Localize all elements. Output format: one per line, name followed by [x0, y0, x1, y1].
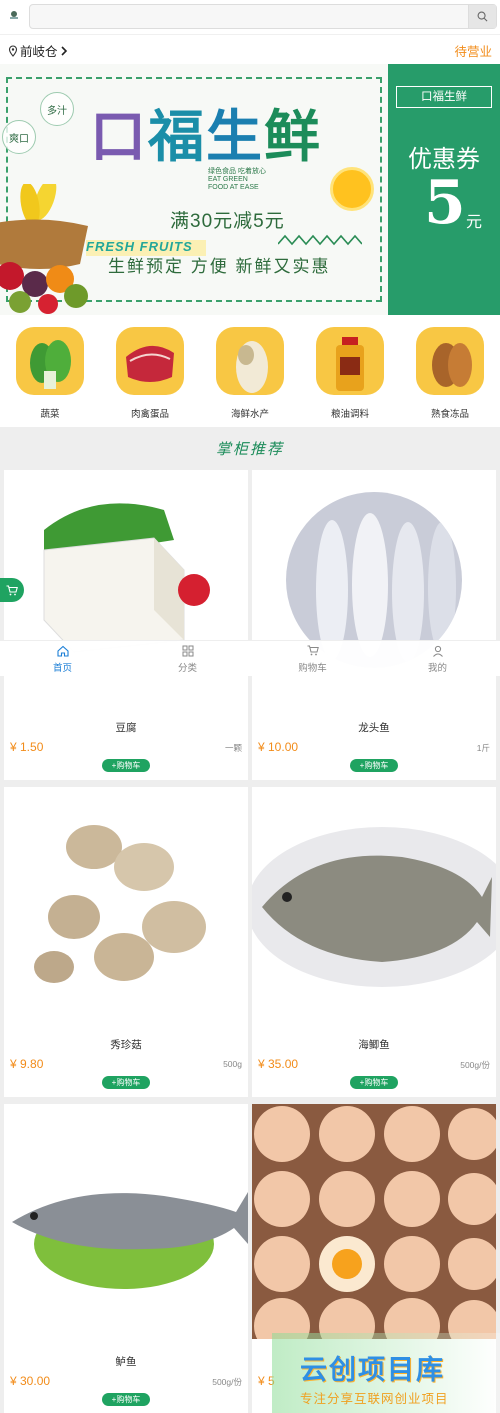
banner-title-char: 口 [90, 105, 148, 170]
banner-bubble-juicy: 多汁 [40, 92, 74, 126]
watermark-title: 云创项目库 [300, 1355, 445, 1385]
coupon-panel[interactable]: 口福生鲜 优惠券 5 元 [388, 64, 500, 315]
search-button[interactable] [468, 5, 496, 28]
add-to-cart-button[interactable]: +购物车 [102, 1076, 150, 1089]
tab-label: 购物车 [298, 663, 327, 674]
product-card[interactable]: 龙头鱼 ¥ 10.00 1斤 +购物车 [252, 470, 496, 780]
banner-title: 口福生鲜 [90, 92, 322, 173]
tab-label: 分类 [177, 663, 197, 674]
zigzag-decoration [278, 234, 362, 246]
app-logo-icon [10, 11, 18, 19]
category-cooked[interactable]: 熟食冻品 [400, 315, 500, 427]
product-unit: 一颗 [224, 743, 242, 753]
category-row: 蔬菜 肉禽蛋品 海鲜水产 粮油调料 熟食冻品 [0, 315, 500, 427]
banner-bubble-crisp: 爽口 [2, 120, 36, 154]
product-image [252, 1104, 496, 1339]
product-price: ¥ 9.80 [10, 1057, 44, 1071]
coupon-unit: 元 [466, 214, 483, 231]
search-input[interactable] [29, 4, 497, 29]
top-bar [0, 0, 500, 34]
product-image [4, 1104, 248, 1339]
add-to-cart-button[interactable]: +购物车 [102, 1393, 150, 1406]
coupon-tag: 口福生鲜 [396, 86, 492, 108]
home-icon [56, 645, 69, 657]
category-meat[interactable]: 肉禽蛋品 [100, 315, 200, 427]
product-unit: 500g [223, 1059, 242, 1069]
location-label: 前岐仓 [20, 45, 58, 59]
meat-icon [116, 327, 184, 395]
product-name: 豆腐 [115, 722, 137, 734]
category-label: 蔬菜 [40, 409, 60, 420]
tab-category[interactable]: 分类 [125, 641, 250, 676]
tab-home[interactable]: 首页 [0, 641, 125, 676]
category-label: 肉禽蛋品 [130, 409, 169, 420]
location-pin-icon [8, 44, 18, 57]
store-status: 待营业 [454, 45, 492, 59]
user-icon [432, 645, 443, 657]
banner-title-char: 生 [206, 105, 264, 170]
search-icon [477, 11, 488, 22]
product-card[interactable]: 鲈鱼 ¥ 30.00 500g/份 +购物车 [4, 1104, 248, 1413]
product-image [4, 787, 248, 1022]
product-card[interactable]: 秀珍菇 ¥ 9.80 500g +购物车 [4, 787, 248, 1097]
watermark-subtitle: 专注分享互联网创业项目 [300, 1392, 449, 1406]
product-unit: 500g/份 [212, 1377, 242, 1387]
coupon-value: 5 [424, 168, 466, 238]
product-unit: 500g/份 [460, 1060, 490, 1070]
section-title: 掌柜推荐 [215, 441, 284, 458]
product-name: 鲈鱼 [115, 1356, 137, 1368]
banner-title-char: 鲜 [264, 105, 322, 170]
product-price: ¥ 30.00 [10, 1374, 51, 1388]
banner-eat-green: 绿色食品 吃着放心 EAT GREEN FOOD AT EASE [208, 168, 266, 191]
category-oil[interactable]: 粮油调料 [300, 315, 400, 427]
product-card[interactable]: 海鲫鱼 ¥ 35.00 500g/份 +购物车 [252, 787, 496, 1097]
location-selector[interactable]: 前岐仓 [8, 41, 68, 60]
bottom-tab-bar: 首页 分类 购物车 我的 [0, 640, 500, 676]
product-unit: 1斤 [476, 743, 490, 753]
category-label: 熟食冻品 [430, 409, 469, 420]
product-price: ¥ 35.00 [258, 1057, 299, 1071]
product-image [252, 787, 496, 1022]
tab-label: 我的 [427, 663, 447, 674]
product-name: 龙头鱼 [358, 722, 390, 734]
fruit-basket-image [0, 184, 88, 314]
fish-icon [216, 327, 284, 395]
category-seafood[interactable]: 海鲜水产 [200, 315, 300, 427]
category-label: 粮油调料 [330, 409, 369, 420]
vegetable-icon [16, 327, 84, 395]
banner-promo-text: 满30元减5元 [170, 211, 285, 232]
banner-slogan: 生鲜预定 方便 新鲜又实惠 [108, 257, 331, 276]
promo-banner[interactable]: 多汁 爽口 口福生鲜 绿色食品 吃着放心 EAT GREEN FOOD AT E… [0, 64, 500, 315]
lemon-slice-icon [330, 167, 374, 211]
product-card[interactable]: 豆腐 ¥ 1.50 一颗 +购物车 [4, 470, 248, 780]
grid-icon [182, 645, 193, 657]
banner-title-char: 福 [148, 105, 206, 170]
cart-icon [307, 645, 319, 656]
product-price: ¥ 1.50 [10, 740, 44, 754]
category-label: 海鲜水产 [230, 409, 269, 420]
chevron-right-icon [60, 45, 67, 56]
banner-artwork: 多汁 爽口 口福生鲜 绿色食品 吃着放心 EAT GREEN FOOD AT E… [0, 64, 388, 315]
location-bar: 前岐仓 待营业 [0, 34, 500, 64]
tab-label: 首页 [52, 663, 72, 674]
oil-icon [316, 327, 384, 395]
cart-icon [6, 584, 18, 595]
add-to-cart-button[interactable]: +购物车 [102, 759, 150, 772]
floating-cart-button[interactable] [0, 578, 24, 602]
tab-mine[interactable]: 我的 [375, 641, 500, 676]
category-vegetable[interactable]: 蔬菜 [0, 315, 100, 427]
tab-cart[interactable]: 购物车 [250, 641, 375, 676]
cooked-food-icon [416, 327, 484, 395]
product-price: ¥ 10.00 [258, 740, 299, 754]
add-to-cart-button[interactable]: +购物车 [350, 759, 398, 772]
add-to-cart-button[interactable]: +购物车 [350, 1076, 398, 1089]
product-name: 秀珍菇 [110, 1039, 142, 1051]
product-name: 海鲫鱼 [358, 1039, 390, 1051]
